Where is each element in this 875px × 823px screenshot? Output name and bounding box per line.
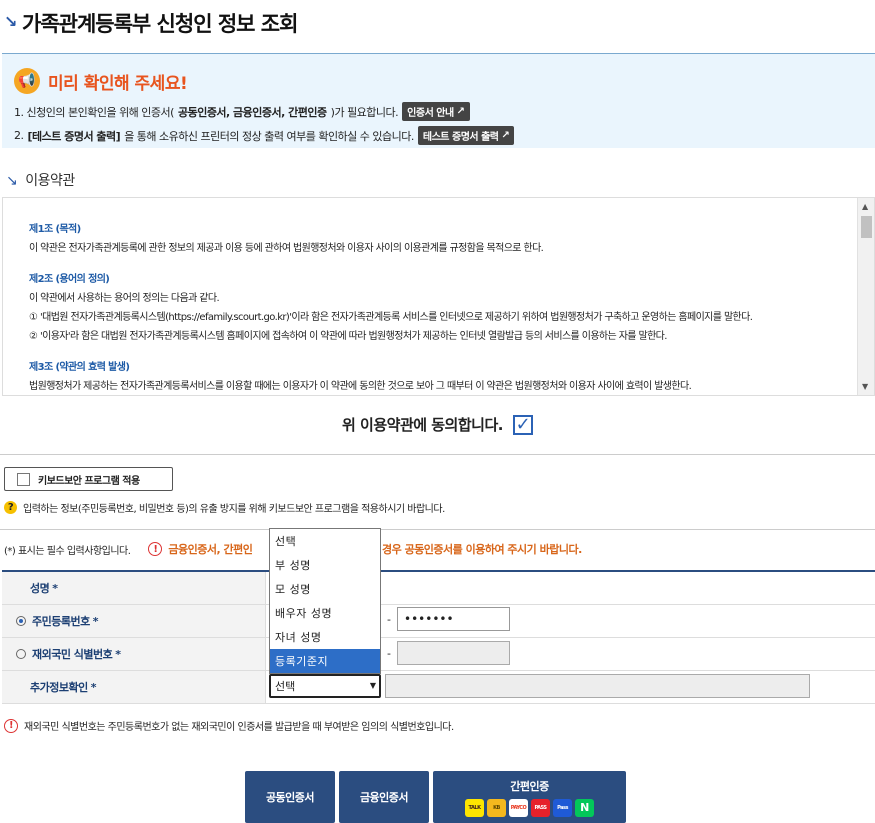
- keyboard-security-button[interactable]: 키보드보안 프로그램 적용: [4, 467, 173, 491]
- dropdown-option[interactable]: 모 성명: [270, 577, 380, 601]
- scroll-up-icon[interactable]: ▲: [862, 202, 868, 211]
- terms-art1-title: 제1조 (목적): [29, 224, 81, 235]
- dropdown-option[interactable]: 배우자 성명: [270, 601, 380, 625]
- simple-auth-logos: TALK KB PAYCO PASS Pass N: [465, 798, 594, 817]
- terms-art2-title: 제2조 (용어의 정의): [29, 274, 110, 285]
- notice-line-1: 1. 신청인의 본인확인을 위해 인증서(공동인증서, 금융인증서, 간편인증)…: [14, 102, 863, 121]
- terms-art2-item2: ② '이용자'라 함은 대법원 전자가족관계등록시스템 홈페이지에 접속하여 이…: [29, 331, 667, 342]
- extra-info-select[interactable]: 선택 ▼: [269, 674, 381, 698]
- required-note-line: (*) 표시는 필수 입력사항입니다. ! 금융인증서, 간편인: [4, 542, 253, 557]
- scroll-thumb[interactable]: [861, 216, 872, 238]
- keyboard-help: ? 입력하는 정보(주민등록번호, 비밀번호 등)의 유출 방지를 위해 키보드…: [4, 500, 445, 515]
- pass-logo-icon: PASS: [531, 798, 550, 817]
- cert-guide-button[interactable]: 인증서 안내 ↗: [402, 102, 470, 121]
- dropdown-option[interactable]: 자녀 성명: [270, 625, 380, 649]
- payco-logo-icon: PAYCO: [509, 798, 528, 817]
- rrn-dash: -: [387, 613, 391, 626]
- keyboard-security-checkbox[interactable]: [17, 472, 30, 486]
- chevron-down-icon: ▼: [369, 681, 376, 690]
- megaphone-icon: 📢: [14, 68, 40, 94]
- shinhan-pass-logo-icon: Pass: [553, 798, 572, 817]
- terms-art2-item1: ① '대법원 전자가족관계등록시스템(https://efamily.scour…: [29, 312, 753, 323]
- terms-art3-title: 제3조 (약관의 효력 발생): [29, 362, 130, 373]
- extra-info-input[interactable]: [385, 674, 810, 698]
- dropdown-option-highlighted[interactable]: 등록기준지: [270, 649, 380, 673]
- divider: [0, 529, 875, 530]
- kb-logo-icon: KB: [487, 798, 506, 817]
- page-title: ↘ 가족관계등록부 신청인 정보 조회: [4, 11, 298, 37]
- simple-auth-button[interactable]: 간편인증 TALK KB PAYCO PASS Pass N: [433, 771, 626, 823]
- foreign-id-footnote: ! 재외국민 식별번호는 주민등록번호가 없는 재외국민이 인증서를 발급받을 …: [4, 718, 454, 733]
- divider: [0, 454, 875, 455]
- notice-line-2: 2. [테스트 증명서 출력] 을 통해 소유하신 프린터의 정상 출력 여부를 확…: [14, 126, 863, 145]
- kakao-logo-icon: TALK: [465, 798, 484, 817]
- terms-art2-text: 이 약관에서 사용하는 용어의 정의는 다음과 같다.: [29, 293, 220, 304]
- warning-icon: !: [148, 542, 163, 556]
- question-icon: ?: [4, 501, 17, 514]
- agree-row: 위 이용약관에 동의합니다. ✓: [0, 414, 875, 435]
- dropdown-option[interactable]: 부 성명: [270, 553, 380, 577]
- foreign-dash: -: [387, 647, 391, 660]
- terms-scrollbar[interactable]: ▲ ▼: [857, 198, 874, 395]
- notice-title: 미리 확인해 주세요!: [48, 73, 188, 94]
- rrn-radio[interactable]: [16, 616, 26, 626]
- financial-cert-button[interactable]: 금융인증서: [339, 771, 429, 823]
- extra-info-dropdown[interactable]: 선택 부 성명 모 성명 배우자 성명 자녀 성명 등록기준지: [269, 528, 381, 674]
- joint-cert-button[interactable]: 공동인증서: [245, 771, 335, 823]
- test-print-button[interactable]: 테스트 증명서 출력 ↗: [417, 126, 515, 145]
- title-tick-icon: ↘: [4, 11, 17, 31]
- dropdown-option[interactable]: 선택: [270, 529, 380, 553]
- notice-box: 📢 미리 확인해 주세요! 1. 신청인의 본인확인을 위해 인증서(공동인증서…: [2, 53, 875, 148]
- naver-logo-icon: N: [575, 798, 594, 817]
- terms-section-title: ↘ 이용약관: [6, 173, 75, 189]
- agree-label: 위 이용약관에 동의합니다.: [342, 416, 503, 434]
- auth-button-row: 공동인증서 금융인증서 간편인증 TALK KB PAYCO PASS Pass…: [245, 771, 626, 823]
- terms-art1-text: 이 약관은 전자가족관계등록에 관한 정보의 제공과 이용 등에 관하여 법원행…: [29, 243, 544, 254]
- agree-checkbox[interactable]: ✓: [512, 414, 533, 435]
- foreign-id-back-input[interactable]: [397, 641, 510, 665]
- required-warning-tail: 경우 공동인증서를 이용하여 주시기 바랍니다.: [382, 543, 582, 556]
- external-link-icon: ↗: [501, 130, 510, 141]
- extra-info-label: 추가정보확인 *: [2, 671, 266, 703]
- foreign-id-label[interactable]: 재외국민 식별번호 *: [2, 638, 266, 670]
- scroll-down-icon[interactable]: ▼: [862, 382, 868, 391]
- terms-scroll-box[interactable]: 제1조 (목적) 이 약관은 전자가족관계등록에 관한 정보의 제공과 이용 등…: [2, 197, 875, 396]
- foreign-id-radio[interactable]: [16, 649, 26, 659]
- section-tick-icon: ↘: [6, 173, 18, 189]
- external-link-icon: ↗: [456, 106, 465, 117]
- terms-art3-text: 법원행정처가 제공하는 전자가족관계등록서비스를 이용할 때에는 이용자가 이 …: [29, 381, 692, 392]
- rrn-label[interactable]: 주민등록번호 *: [2, 605, 266, 637]
- warning-icon: !: [4, 718, 18, 733]
- rrn-back-input[interactable]: •••••••: [397, 607, 510, 631]
- name-label: 성명 *: [2, 572, 266, 604]
